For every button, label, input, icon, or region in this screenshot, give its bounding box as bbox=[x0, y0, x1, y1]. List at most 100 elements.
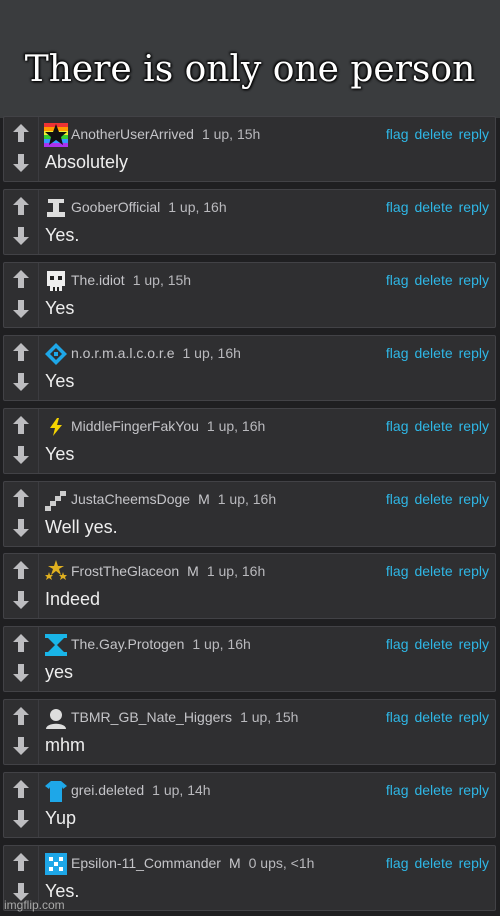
downvote-icon[interactable] bbox=[13, 591, 29, 610]
upvote-icon[interactable] bbox=[13, 415, 29, 434]
comment-actions: flag delete reply bbox=[380, 491, 489, 507]
score-time: 1 up, 16h bbox=[206, 417, 266, 434]
comment-meta: Epsilon-11_Commander M 0 ups, <1h bbox=[71, 855, 314, 871]
username-link[interactable]: JustaCheemsDoge bbox=[71, 491, 190, 507]
reply-link[interactable]: reply bbox=[459, 345, 489, 361]
upvote-icon[interactable] bbox=[13, 269, 29, 288]
comment-meta: The.Gay.Protogen 1 up, 16h bbox=[71, 636, 251, 652]
upvote-icon[interactable] bbox=[13, 488, 29, 507]
username-link[interactable]: The.Gay.Protogen bbox=[71, 636, 184, 652]
delete-link[interactable]: delete bbox=[414, 418, 452, 434]
username-link[interactable]: AnotherUserArrived bbox=[71, 126, 194, 142]
blue-hourglass-icon[interactable] bbox=[44, 633, 68, 657]
delete-link[interactable]: delete bbox=[414, 345, 452, 361]
reply-link[interactable]: reply bbox=[459, 563, 489, 579]
pixel-stairs-icon[interactable] bbox=[44, 488, 68, 512]
rainbow-star-icon[interactable] bbox=[44, 123, 68, 147]
downvote-icon[interactable] bbox=[13, 372, 29, 391]
downvote-icon[interactable] bbox=[13, 154, 29, 172]
comment-actions: flag delete reply bbox=[380, 563, 489, 579]
reply-link[interactable]: reply bbox=[459, 636, 489, 652]
comment-meta: MiddleFingerFakYou 1 up, 16h bbox=[71, 418, 265, 434]
pixel-skull-icon[interactable] bbox=[44, 269, 68, 293]
comment: FrostTheGlaceon M 1 up, 16h flag delete repl… bbox=[3, 553, 496, 620]
score-time: 1 up, 16h bbox=[206, 563, 266, 580]
upvote-icon[interactable] bbox=[13, 561, 29, 580]
delete-link[interactable]: delete bbox=[414, 199, 452, 215]
vote-column bbox=[4, 117, 39, 181]
vote-column bbox=[4, 335, 39, 400]
blue-shirt-icon[interactable] bbox=[44, 779, 68, 803]
delete-link[interactable]: delete bbox=[414, 709, 452, 725]
upvote-icon[interactable] bbox=[13, 124, 29, 142]
vote-column bbox=[4, 262, 39, 327]
flag-link[interactable]: flag bbox=[386, 272, 409, 288]
username-link[interactable]: FrostTheGlaceon bbox=[71, 563, 179, 579]
flag-link[interactable]: flag bbox=[386, 491, 409, 507]
reply-link[interactable]: reply bbox=[459, 782, 489, 798]
username-link[interactable]: MiddleFingerFakYou bbox=[71, 418, 199, 434]
reply-link[interactable]: reply bbox=[459, 709, 489, 725]
vote-column bbox=[4, 627, 39, 692]
upvote-icon[interactable] bbox=[13, 634, 29, 653]
delete-link[interactable]: delete bbox=[414, 491, 452, 507]
flag-link[interactable]: flag bbox=[386, 636, 409, 652]
reply-link[interactable]: reply bbox=[459, 491, 489, 507]
username-link[interactable]: GooberOfficial bbox=[71, 199, 160, 215]
score-time: 1 up, 16h bbox=[192, 636, 251, 653]
delete-link[interactable]: delete bbox=[414, 563, 452, 579]
reply-link[interactable]: reply bbox=[459, 418, 489, 434]
delete-link[interactable]: delete bbox=[414, 855, 452, 871]
downvote-icon[interactable] bbox=[13, 299, 29, 318]
downvote-icon[interactable] bbox=[13, 664, 29, 683]
flag-link[interactable]: flag bbox=[386, 782, 409, 798]
flag-link[interactable]: flag bbox=[386, 855, 409, 871]
downvote-icon[interactable] bbox=[13, 226, 29, 245]
delete-link[interactable]: delete bbox=[414, 636, 452, 652]
comment-text: Yes bbox=[45, 443, 75, 464]
flag-link[interactable]: flag bbox=[386, 563, 409, 579]
blue-checker-icon[interactable] bbox=[44, 852, 68, 876]
reply-link[interactable]: reply bbox=[459, 272, 489, 288]
username-link[interactable]: n.o.r.m.a.l.c.o.r.e bbox=[71, 345, 175, 361]
username-link[interactable]: The.idiot bbox=[71, 272, 125, 288]
comment: The.idiot 1 up, 15h flag delete reply Yes bbox=[3, 261, 496, 328]
pixel-figure-icon[interactable] bbox=[44, 196, 68, 220]
lightning-icon[interactable] bbox=[44, 415, 68, 439]
flag-link[interactable]: flag bbox=[386, 345, 409, 361]
comment: TBMR_GB_Nate_Higgers 1 up, 15h flag delete… bbox=[3, 699, 496, 766]
downvote-icon[interactable] bbox=[13, 737, 29, 756]
comment-actions: flag delete reply bbox=[380, 709, 489, 725]
upvote-icon[interactable] bbox=[13, 342, 29, 361]
default-user-icon[interactable] bbox=[44, 706, 68, 730]
comment-actions: flag delete reply bbox=[380, 126, 489, 142]
username-link[interactable]: grei.deleted bbox=[71, 782, 144, 798]
comment-text: yes bbox=[45, 662, 74, 683]
username-link[interactable]: TBMR_GB_Nate_Higgers bbox=[71, 709, 232, 725]
vote-column bbox=[4, 481, 39, 546]
username-link[interactable]: Epsilon-11_Commander bbox=[71, 855, 221, 871]
upvote-icon[interactable] bbox=[13, 196, 29, 215]
reply-link[interactable]: reply bbox=[459, 126, 489, 142]
upvote-icon[interactable] bbox=[13, 780, 29, 799]
delete-link[interactable]: delete bbox=[414, 126, 452, 142]
delete-link[interactable]: delete bbox=[414, 272, 452, 288]
gold-stars-icon[interactable] bbox=[44, 560, 68, 584]
downvote-icon[interactable] bbox=[13, 445, 29, 464]
upvote-icon[interactable] bbox=[13, 853, 29, 871]
reply-link[interactable]: reply bbox=[459, 855, 489, 871]
comment: Epsilon-11_Commander M 0 ups, <1h flag dele… bbox=[3, 845, 496, 911]
flag-link[interactable]: flag bbox=[386, 418, 409, 434]
flag-link[interactable]: flag bbox=[386, 126, 409, 142]
score-time: 1 up, 15h bbox=[201, 126, 261, 142]
flag-link[interactable]: flag bbox=[386, 709, 409, 725]
reply-link[interactable]: reply bbox=[459, 199, 489, 215]
blue-diamond-icon[interactable] bbox=[44, 342, 68, 366]
comment-text: Yes. bbox=[45, 224, 80, 245]
downvote-icon[interactable] bbox=[13, 810, 29, 829]
score-time: 0 ups, <1h bbox=[248, 855, 315, 871]
upvote-icon[interactable] bbox=[13, 707, 29, 726]
flag-link[interactable]: flag bbox=[386, 199, 409, 215]
delete-link[interactable]: delete bbox=[414, 782, 452, 798]
downvote-icon[interactable] bbox=[13, 518, 29, 537]
